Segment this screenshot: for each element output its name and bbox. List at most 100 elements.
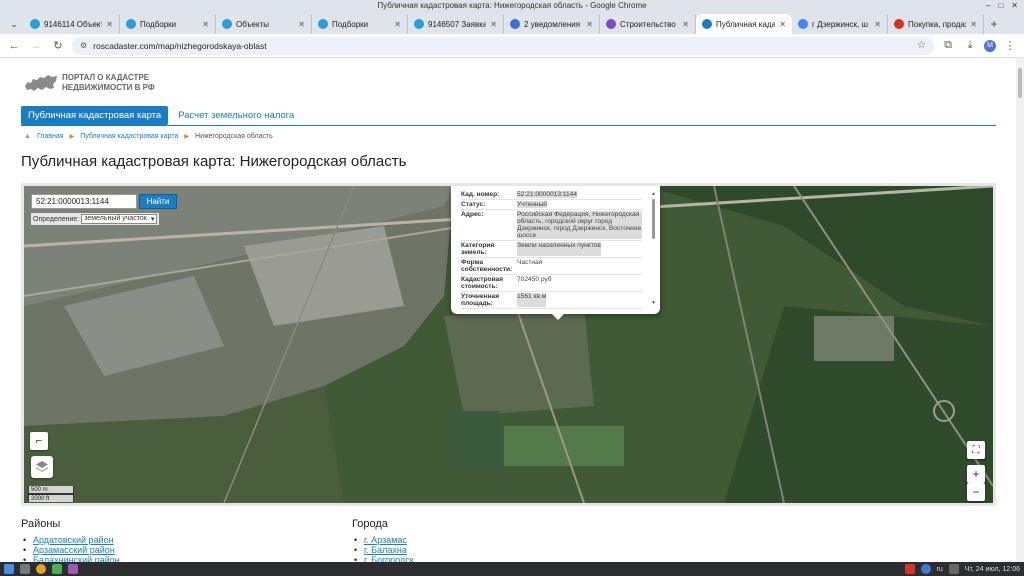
tab-close-icon[interactable]: ✕ bbox=[298, 20, 305, 29]
clock[interactable]: Чт, 24 июл, 12:06 bbox=[965, 566, 1020, 573]
maximize-button[interactable]: □ bbox=[998, 0, 1003, 12]
zoom-in-button[interactable]: + bbox=[967, 465, 985, 483]
browser-tab[interactable]: г Дзержинск, ш ✕ bbox=[792, 14, 888, 34]
browser-tab[interactable]: Подборки ✕ bbox=[120, 14, 216, 34]
new-tab-button[interactable]: + bbox=[984, 14, 1004, 34]
page-scrollbar[interactable] bbox=[1016, 58, 1024, 562]
popup-scrollbar[interactable]: ▲ ▼ bbox=[651, 191, 656, 306]
district-item[interactable]: Ардатовский район bbox=[21, 535, 120, 545]
tab-close-icon[interactable]: ✕ bbox=[394, 20, 401, 29]
tab-close-icon[interactable]: ✕ bbox=[586, 20, 593, 29]
extensions-icon[interactable]: ⧉ bbox=[940, 38, 956, 54]
browser-tab[interactable]: Подборки ✕ bbox=[312, 14, 408, 34]
tab-close-icon[interactable]: ✕ bbox=[779, 20, 786, 29]
breadcrumb-home[interactable]: Главная bbox=[37, 133, 64, 140]
city-item[interactable]: г. Арзамас bbox=[352, 535, 414, 545]
start-menu-icon[interactable] bbox=[4, 564, 14, 574]
keyboard-layout[interactable]: ru bbox=[937, 566, 943, 573]
profile-avatar[interactable]: M bbox=[984, 39, 996, 52]
tab-favicon-icon bbox=[414, 19, 424, 29]
scroll-up-icon[interactable]: ▲ bbox=[651, 191, 656, 197]
scroll-down-icon[interactable]: ▼ bbox=[651, 300, 656, 306]
city-item[interactable]: г. Богородск bbox=[352, 555, 414, 562]
logo-line-2: НЕДВИЖИМОСТИ В РФ bbox=[62, 83, 155, 92]
breadcrumb-map[interactable]: Публичная кадастровая карта bbox=[80, 133, 178, 140]
site-logo[interactable]: ПОРТАЛ О КАДАСТРЕ НЕДВИЖИМОСТИ В РФ bbox=[24, 72, 155, 94]
browser-tab[interactable]: 9146507 Заявка ✕ bbox=[408, 14, 504, 34]
popup-key: Категория земель: bbox=[461, 242, 495, 256]
window-title: Публичная кадастровая карта: Нижегородск… bbox=[377, 1, 647, 10]
popup-value[interactable]: 702450 руб bbox=[517, 276, 552, 290]
city-item-link[interactable]: г. Богородск bbox=[364, 555, 414, 562]
address-bar[interactable]: ⚙ roscadaster.com/map/nizhegorodskaya-ob… bbox=[72, 36, 934, 55]
home-icon[interactable]: ▲ bbox=[24, 133, 31, 140]
popup-row: Статус: Учтенный bbox=[461, 200, 642, 210]
popup-key: Уточненная площадь: bbox=[461, 293, 500, 307]
tab-close-icon[interactable]: ✕ bbox=[490, 20, 497, 29]
tab-close-icon[interactable]: ✕ bbox=[682, 20, 689, 29]
definition-select[interactable]: земельный участок ▾ bbox=[81, 214, 158, 224]
url-text: roscadaster.com/map/nizhegorodskaya-obla… bbox=[93, 40, 267, 51]
popup-value[interactable]: 1561 кв.м bbox=[517, 293, 547, 307]
scale-imperial: 2000 ft bbox=[28, 494, 74, 502]
tab-favicon-icon bbox=[222, 19, 232, 29]
volume-icon[interactable] bbox=[948, 564, 959, 574]
browser-tab[interactable]: Объекты ✕ bbox=[216, 14, 312, 34]
find-button[interactable]: Найти bbox=[139, 194, 177, 209]
tab-favicon-icon bbox=[702, 19, 712, 29]
tab-close-icon[interactable]: ✕ bbox=[874, 20, 881, 29]
district-item-link[interactable]: Арзамасский район bbox=[33, 545, 115, 555]
tray-app-icon[interactable] bbox=[904, 564, 915, 574]
zoom-out-button[interactable]: − bbox=[967, 483, 985, 501]
tab-favicon-icon bbox=[510, 19, 520, 29]
city-item[interactable]: г. Балахна bbox=[352, 545, 414, 555]
reload-icon[interactable]: ↻ bbox=[50, 38, 66, 54]
definition-row: Определение: земельный участок ▾ bbox=[31, 213, 160, 225]
fullscreen-button[interactable]: ⛶ bbox=[967, 441, 985, 459]
tab-search-icon[interactable]: ⌄ bbox=[4, 14, 24, 34]
browser-tab[interactable]: Строительство т ✕ bbox=[600, 14, 696, 34]
parcel-info-popup[interactable]: Кад. номер: 52:21:0000013:1144 Статус: Учте… bbox=[451, 186, 660, 314]
bookmark-star-icon[interactable]: ☆ bbox=[917, 40, 926, 51]
forward-icon[interactable]: → bbox=[28, 38, 44, 54]
draw-tool-button[interactable]: ⌐ bbox=[30, 432, 48, 450]
popup-value[interactable]: Земли населенных пунктов bbox=[517, 242, 601, 256]
tab-close-icon[interactable]: ✕ bbox=[106, 20, 113, 29]
tab-close-icon[interactable]: ✕ bbox=[202, 20, 209, 29]
district-item[interactable]: Балахнинский район bbox=[21, 555, 120, 562]
files-icon[interactable] bbox=[20, 564, 30, 574]
popup-value[interactable]: Российская Федерация, Нижегородская обла… bbox=[517, 211, 642, 239]
cadastral-map[interactable]: Найти Определение: земельный участок ▾ К… bbox=[21, 183, 996, 506]
browser-tab[interactable]: 2 уведомления ✕ bbox=[504, 14, 600, 34]
browser-tab[interactable]: 9146114 Объект ✕ bbox=[24, 14, 120, 34]
popup-key: Кадастровая стоимость: bbox=[461, 276, 504, 290]
tray-network-icon[interactable] bbox=[920, 564, 931, 574]
tab-favicon-icon bbox=[30, 19, 40, 29]
chrome-icon[interactable] bbox=[36, 564, 46, 574]
browser-tab[interactable]: Публичная кадаст✕ bbox=[696, 14, 792, 34]
district-item[interactable]: Арзамасский район bbox=[21, 545, 120, 555]
map-scale: 500 m 2000 ft bbox=[28, 486, 74, 502]
layers-button[interactable] bbox=[31, 456, 53, 478]
site-info-icon[interactable]: ⚙ bbox=[80, 41, 87, 50]
district-item-link[interactable]: Балахнинский район bbox=[33, 555, 120, 562]
menu-icon[interactable]: ⋮ bbox=[1002, 38, 1018, 54]
popup-value[interactable]: Частная bbox=[517, 259, 542, 273]
browser-tab[interactable]: Покупка, продаж ✕ bbox=[888, 14, 984, 34]
city-item-link[interactable]: г. Балахна bbox=[364, 545, 407, 555]
district-item-link[interactable]: Ардатовский район bbox=[33, 535, 114, 545]
popup-value[interactable]: Учтенный bbox=[517, 201, 547, 208]
back-icon[interactable]: ← bbox=[6, 38, 22, 54]
city-item-link[interactable]: г. Арзамас bbox=[364, 535, 407, 545]
nav-cadastral-map[interactable]: Публичная кадастровая карта bbox=[21, 106, 169, 125]
download-icon[interactable]: ⤓ bbox=[962, 38, 978, 54]
app-icon[interactable] bbox=[68, 564, 78, 574]
popup-value[interactable]: 52:21:0000013:1144 bbox=[517, 191, 578, 198]
close-window-button[interactable]: ✕ bbox=[1011, 0, 1018, 12]
cadastral-number-input[interactable] bbox=[31, 194, 137, 209]
app-icon[interactable] bbox=[52, 564, 62, 574]
tab-close-icon[interactable]: ✕ bbox=[970, 20, 977, 29]
nav-land-tax[interactable]: Расчет земельного налога bbox=[178, 110, 294, 121]
minimize-button[interactable]: – bbox=[986, 0, 990, 12]
popup-row: Адрес: Российская Федерация, Нижегородска… bbox=[461, 210, 642, 241]
